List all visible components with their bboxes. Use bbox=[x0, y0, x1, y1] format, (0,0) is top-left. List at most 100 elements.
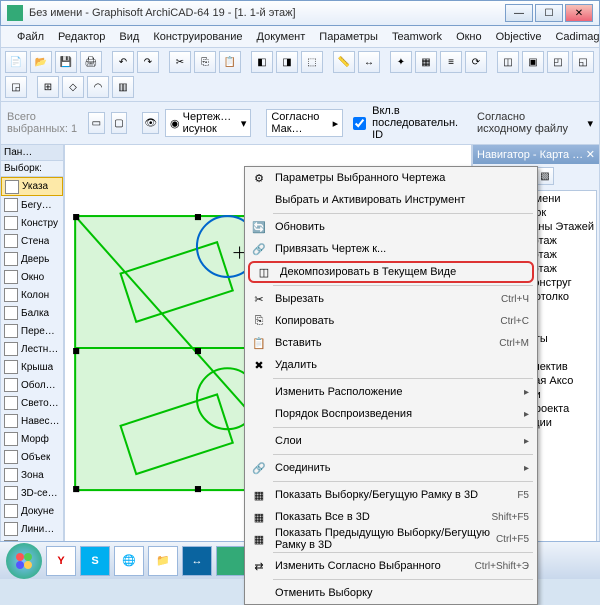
sectc-icon[interactable]: ◰ bbox=[547, 51, 569, 73]
ctx-label: Вставить bbox=[269, 337, 499, 349]
tool-10[interactable]: Крыша bbox=[1, 358, 63, 376]
tool-b-icon[interactable]: ◨ bbox=[276, 51, 298, 73]
ctx-item-15[interactable]: Слои▸ bbox=[245, 430, 537, 452]
new-icon[interactable]: 📄 bbox=[5, 51, 27, 73]
ctx-item-10[interactable]: ✖Удалить bbox=[245, 354, 537, 376]
start-button[interactable] bbox=[6, 543, 42, 579]
rotate-icon[interactable]: ⟳ bbox=[465, 51, 487, 73]
chevron-down-icon[interactable]: ▾ bbox=[587, 117, 593, 130]
dim-icon[interactable]: ↔ bbox=[358, 51, 380, 73]
menu-editor[interactable]: Редактор bbox=[52, 28, 111, 46]
cut-icon[interactable]: ✂ bbox=[169, 51, 191, 73]
tool-15[interactable]: Объек bbox=[1, 448, 63, 466]
tool-icon bbox=[4, 468, 18, 482]
ctx-item-8[interactable]: ⎘КопироватьCtrl+С bbox=[245, 310, 537, 332]
menu-cadimage[interactable]: Cadimage bbox=[549, 28, 600, 46]
tool-6[interactable]: Колон bbox=[1, 286, 63, 304]
tool-icon bbox=[4, 306, 18, 320]
curtain-icon[interactable]: ▥ bbox=[112, 76, 134, 98]
ctx-item-1[interactable]: Выбрать и Активировать Инструмент bbox=[245, 189, 537, 211]
menu-view[interactable]: Вид bbox=[113, 28, 145, 46]
ctx-item-13[interactable]: Порядок Воспроизведения▸ bbox=[245, 403, 537, 425]
accord-dd[interactable]: Согласно Мак…▸ bbox=[266, 109, 343, 137]
tool-icon bbox=[4, 450, 18, 464]
tool-16[interactable]: Зона bbox=[1, 466, 63, 484]
maximize-button[interactable]: ☐ bbox=[535, 4, 563, 22]
ctx-item-0[interactable]: ⚙Параметры Выбранного Чертежа bbox=[245, 167, 537, 189]
task-explorer[interactable]: 📁 bbox=[148, 546, 178, 576]
ctx-item-23[interactable]: ⇄Изменить Согласно ВыбранногоCtrl+Shift+… bbox=[245, 555, 537, 577]
open-icon[interactable]: 📂 bbox=[30, 51, 52, 73]
sel-icon[interactable]: ▭ bbox=[88, 112, 105, 134]
ctx-item-20[interactable]: ▦Показать Все в 3DShift+F5 bbox=[245, 506, 537, 528]
ctx-item-12[interactable]: Изменить Расположение▸ bbox=[245, 381, 537, 403]
task-teamviewer[interactable]: ↔ bbox=[182, 546, 212, 576]
tool-12[interactable]: Свето… bbox=[1, 394, 63, 412]
ctx-item-19[interactable]: ▦Показать Выборку/Бегущую Рамку в 3DF5 bbox=[245, 484, 537, 506]
ctx-item-25[interactable]: Отменить Выборку bbox=[245, 582, 537, 604]
tool-13[interactable]: Навес… bbox=[1, 412, 63, 430]
tool-0[interactable]: Указа bbox=[1, 177, 63, 196]
task-archicad[interactable] bbox=[216, 546, 246, 576]
align-icon[interactable]: ≡ bbox=[440, 51, 462, 73]
morph-icon[interactable]: ◇ bbox=[62, 76, 84, 98]
tool-19[interactable]: Лини… bbox=[1, 520, 63, 538]
minimize-button[interactable]: — bbox=[505, 4, 533, 22]
ctx-item-5[interactable]: ◫Декомпозировать в Текущем Виде bbox=[248, 261, 534, 283]
ruler-icon[interactable]: 📏 bbox=[333, 51, 355, 73]
tool-11[interactable]: Обол… bbox=[1, 376, 63, 394]
task-chrome[interactable]: 🌐 bbox=[114, 546, 144, 576]
drawing-dd[interactable]: ◉Чертеж…исунок▾ bbox=[165, 109, 251, 137]
snap-icon[interactable]: ✦ bbox=[390, 51, 412, 73]
menu-file[interactable]: Файл bbox=[11, 28, 50, 46]
tool-17[interactable]: 3D-се… bbox=[1, 484, 63, 502]
ctx-item-21[interactable]: ▦Показать Предыдущую Выборку/Бегущую Рам… bbox=[245, 528, 537, 550]
menu-window[interactable]: Окно bbox=[450, 28, 488, 46]
menu-objective[interactable]: Objective bbox=[490, 28, 548, 46]
mesh-icon[interactable]: ⊞ bbox=[37, 76, 59, 98]
ctx-item-17[interactable]: 🔗Соединить▸ bbox=[245, 457, 537, 479]
tool-4[interactable]: Дверь bbox=[1, 250, 63, 268]
task-skype[interactable]: S bbox=[80, 546, 110, 576]
eye-icon[interactable]: 👁 bbox=[142, 112, 159, 134]
paste-icon[interactable]: 📋 bbox=[219, 51, 241, 73]
sectb-icon[interactable]: ▣ bbox=[522, 51, 544, 73]
tool-9[interactable]: Лестн… bbox=[1, 340, 63, 358]
tool-1[interactable]: Бегу… bbox=[1, 196, 63, 214]
nav-icon-d[interactable]: ▧ bbox=[536, 167, 554, 185]
menu-document[interactable]: Документ bbox=[251, 28, 312, 46]
tool-14[interactable]: Морф bbox=[1, 430, 63, 448]
tool-5[interactable]: Окно bbox=[1, 268, 63, 286]
tool-8[interactable]: Перер… bbox=[1, 322, 63, 340]
id-checkbox[interactable] bbox=[353, 117, 366, 130]
menu-teamwork[interactable]: Teamwork bbox=[386, 28, 448, 46]
ctx-item-4[interactable]: 🔗Привязать Чертеж к... bbox=[245, 238, 537, 260]
print-icon[interactable]: 🖨 bbox=[80, 51, 102, 73]
tool-a-icon[interactable]: ◧ bbox=[251, 51, 273, 73]
menu-construct[interactable]: Конструирование bbox=[147, 28, 248, 46]
ctx-item-9[interactable]: 📋ВставитьCtrl+М bbox=[245, 332, 537, 354]
sectd-icon[interactable]: ◱ bbox=[572, 51, 594, 73]
ctx-item-7[interactable]: ✂ВырезатьCtrl+Ч bbox=[245, 288, 537, 310]
redo-icon[interactable]: ↷ bbox=[137, 51, 159, 73]
tool-c-icon[interactable]: ⬚ bbox=[301, 51, 323, 73]
close-button[interactable]: ✕ bbox=[565, 4, 593, 22]
tool-3[interactable]: Стена bbox=[1, 232, 63, 250]
secte-icon[interactable]: ◲ bbox=[5, 76, 27, 98]
nav-close-icon[interactable]: ✕ bbox=[586, 148, 595, 161]
menu-params[interactable]: Параметры bbox=[313, 28, 384, 46]
tool-label: Бегу… bbox=[21, 200, 52, 211]
shell-icon[interactable]: ◠ bbox=[87, 76, 109, 98]
ctx-item-3[interactable]: 🔄Обновить bbox=[245, 216, 537, 238]
grid-icon[interactable]: ▦ bbox=[415, 51, 437, 73]
save-icon[interactable]: 💾 bbox=[55, 51, 77, 73]
tool-7[interactable]: Балка bbox=[1, 304, 63, 322]
sel2-icon[interactable]: ▢ bbox=[111, 112, 128, 134]
copy-icon[interactable]: ⎘ bbox=[194, 51, 216, 73]
task-yandex[interactable]: Y bbox=[46, 546, 76, 576]
tool-18[interactable]: Докуне bbox=[1, 502, 63, 520]
src-label: Согласно исходному файлу bbox=[477, 111, 581, 135]
undo-icon[interactable]: ↶ bbox=[112, 51, 134, 73]
tool-2[interactable]: Констру bbox=[1, 214, 63, 232]
secta-icon[interactable]: ◫ bbox=[497, 51, 519, 73]
